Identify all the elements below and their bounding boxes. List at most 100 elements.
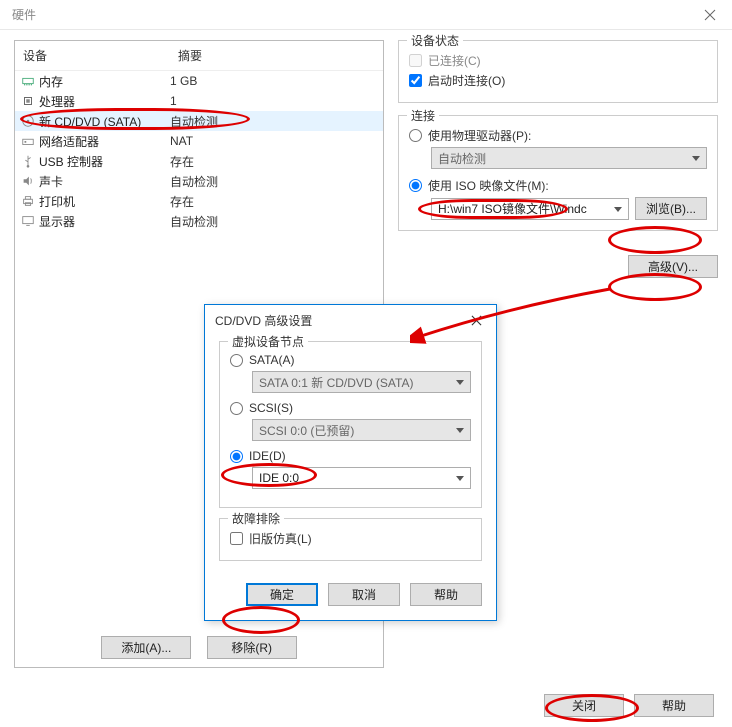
connection-group: 连接 使用物理驱动器(P): 自动检测 使用 ISO 映像文件(M): H:\w… bbox=[398, 115, 718, 231]
device-name: 声卡 bbox=[39, 173, 63, 190]
printer-icon bbox=[21, 194, 35, 208]
dialog-titlebar: CD/DVD 高级设置 bbox=[205, 305, 496, 335]
display-icon bbox=[21, 214, 35, 228]
device-summary: 自动检测 bbox=[170, 173, 218, 190]
dialog-buttons: 确定 取消 帮助 bbox=[205, 583, 496, 620]
dialog-ok-button[interactable]: 确定 bbox=[246, 583, 318, 606]
device-name: 显示器 bbox=[39, 213, 75, 230]
advanced-row: 高级(V)... bbox=[398, 255, 718, 278]
help-button[interactable]: 帮助 bbox=[634, 694, 714, 717]
remove-button[interactable]: 移除(R) bbox=[207, 636, 297, 659]
troubleshoot-legend: 故障排除 bbox=[228, 510, 284, 527]
advanced-dialog: CD/DVD 高级设置 虚拟设备节点 SATA(A) SATA 0:1 新 CD… bbox=[204, 304, 497, 621]
scsi-value: SCSI 0:0 (已预留) bbox=[259, 422, 354, 439]
dialog-close-button[interactable] bbox=[456, 305, 496, 335]
sata-radio[interactable] bbox=[230, 354, 243, 367]
device-summary: 1 GB bbox=[170, 74, 197, 88]
troubleshoot-group: 故障排除 旧版仿真(L) bbox=[219, 518, 482, 561]
close-icon bbox=[704, 9, 716, 21]
usb-icon bbox=[21, 154, 35, 168]
virtual-node-group: 虚拟设备节点 SATA(A) SATA 0:1 新 CD/DVD (SATA) … bbox=[219, 341, 482, 508]
window-close-button[interactable] bbox=[687, 0, 732, 30]
connect-poweron-label: 启动时连接(O) bbox=[428, 72, 505, 89]
ide-radio[interactable] bbox=[230, 450, 243, 463]
close-button[interactable]: 关闭 bbox=[544, 694, 624, 717]
connected-checkbox bbox=[409, 54, 422, 67]
device-summary: 存在 bbox=[170, 153, 194, 170]
iso-path-value: H:\win7 ISO镜像文件\Windc bbox=[438, 200, 587, 217]
legacy-emu-row[interactable]: 旧版仿真(L) bbox=[230, 530, 471, 547]
cpu-icon bbox=[21, 94, 35, 108]
use-iso-radio-row[interactable]: 使用 ISO 映像文件(M): bbox=[409, 177, 707, 194]
browse-button[interactable]: 浏览(B)... bbox=[635, 197, 707, 220]
scsi-radio-row[interactable]: SCSI(S) bbox=[230, 401, 471, 415]
add-button[interactable]: 添加(A)... bbox=[101, 636, 191, 659]
device-name: 打印机 bbox=[39, 193, 75, 210]
ide-combo[interactable]: IDE 0:0 bbox=[252, 467, 471, 489]
sata-combo: SATA 0:1 新 CD/DVD (SATA) bbox=[252, 371, 471, 393]
device-header: 设备 摘要 bbox=[15, 41, 383, 71]
connect-poweron-checkbox[interactable] bbox=[409, 74, 422, 87]
connect-poweron-row[interactable]: 启动时连接(O) bbox=[409, 72, 707, 89]
virtual-node-legend: 虚拟设备节点 bbox=[228, 333, 308, 350]
use-iso-radio[interactable] bbox=[409, 179, 422, 192]
connection-legend: 连接 bbox=[407, 107, 439, 124]
dialog-help-button[interactable]: 帮助 bbox=[410, 583, 482, 606]
device-row[interactable]: 处理器 1 bbox=[15, 91, 383, 111]
dialog-title: CD/DVD 高级设置 bbox=[215, 312, 456, 329]
legacy-emu-checkbox[interactable] bbox=[230, 532, 243, 545]
device-name: 网络适配器 bbox=[39, 133, 99, 150]
sata-radio-row[interactable]: SATA(A) bbox=[230, 353, 471, 367]
use-physical-radio[interactable] bbox=[409, 129, 422, 142]
sound-icon bbox=[21, 174, 35, 188]
device-summary: 1 bbox=[170, 94, 177, 108]
window-title: 硬件 bbox=[12, 6, 687, 23]
scsi-combo: SCSI 0:0 (已预留) bbox=[252, 419, 471, 441]
connected-checkbox-row: 已连接(C) bbox=[409, 52, 707, 69]
connected-label: 已连接(C) bbox=[428, 52, 481, 69]
dialog-body: 虚拟设备节点 SATA(A) SATA 0:1 新 CD/DVD (SATA) … bbox=[205, 335, 496, 583]
device-row[interactable]: 内存 1 GB bbox=[15, 71, 383, 91]
close-icon bbox=[471, 315, 482, 326]
legacy-emu-label: 旧版仿真(L) bbox=[249, 530, 312, 547]
iso-path-combo[interactable]: H:\win7 ISO镜像文件\Windc bbox=[431, 198, 629, 220]
device-list: 内存1 GB处理器1新 CD/DVD (SATA)自动检测网络适配器NATUSB… bbox=[15, 71, 383, 231]
device-summary: 自动检测 bbox=[170, 113, 218, 130]
advanced-button[interactable]: 高级(V)... bbox=[628, 255, 718, 278]
device-name: 新 CD/DVD (SATA) bbox=[39, 113, 141, 130]
footer-buttons: 关闭 帮助 bbox=[544, 694, 714, 717]
scsi-label: SCSI(S) bbox=[249, 401, 293, 415]
use-physical-label: 使用物理驱动器(P): bbox=[428, 127, 531, 144]
device-row[interactable]: 打印机 存在 bbox=[15, 191, 383, 211]
sata-label: SATA(A) bbox=[249, 353, 295, 367]
ide-label: IDE(D) bbox=[249, 449, 286, 463]
dialog-cancel-button[interactable]: 取消 bbox=[328, 583, 400, 606]
ide-value: IDE 0:0 bbox=[259, 471, 299, 485]
scsi-radio[interactable] bbox=[230, 402, 243, 415]
titlebar: 硬件 bbox=[0, 0, 732, 30]
disc-icon bbox=[21, 114, 35, 128]
device-name: USB 控制器 bbox=[39, 153, 103, 170]
device-status-legend: 设备状态 bbox=[407, 32, 463, 49]
ide-radio-row[interactable]: IDE(D) bbox=[230, 449, 471, 463]
use-iso-label: 使用 ISO 映像文件(M): bbox=[428, 177, 549, 194]
device-summary: NAT bbox=[170, 134, 193, 148]
memory-icon bbox=[21, 74, 35, 88]
device-name: 处理器 bbox=[39, 93, 75, 110]
physical-drive-value: 自动检测 bbox=[438, 150, 486, 167]
device-name: 内存 bbox=[39, 73, 63, 90]
use-physical-radio-row[interactable]: 使用物理驱动器(P): bbox=[409, 127, 707, 144]
sata-value: SATA 0:1 新 CD/DVD (SATA) bbox=[259, 374, 413, 391]
device-summary: 存在 bbox=[170, 193, 194, 210]
nic-icon bbox=[21, 134, 35, 148]
device-row[interactable]: 显示器 自动检测 bbox=[15, 211, 383, 231]
device-row[interactable]: 网络适配器 NAT bbox=[15, 131, 383, 151]
device-status-group: 设备状态 已连接(C) 启动时连接(O) bbox=[398, 40, 718, 103]
device-actions: 添加(A)... 移除(R) bbox=[15, 636, 383, 659]
device-row[interactable]: 新 CD/DVD (SATA) 自动检测 bbox=[15, 111, 383, 131]
header-summary: 摘要 bbox=[170, 41, 210, 70]
physical-drive-combo: 自动检测 bbox=[431, 147, 707, 169]
device-row[interactable]: 声卡 自动检测 bbox=[15, 171, 383, 191]
device-row[interactable]: USB 控制器 存在 bbox=[15, 151, 383, 171]
device-summary: 自动检测 bbox=[170, 213, 218, 230]
